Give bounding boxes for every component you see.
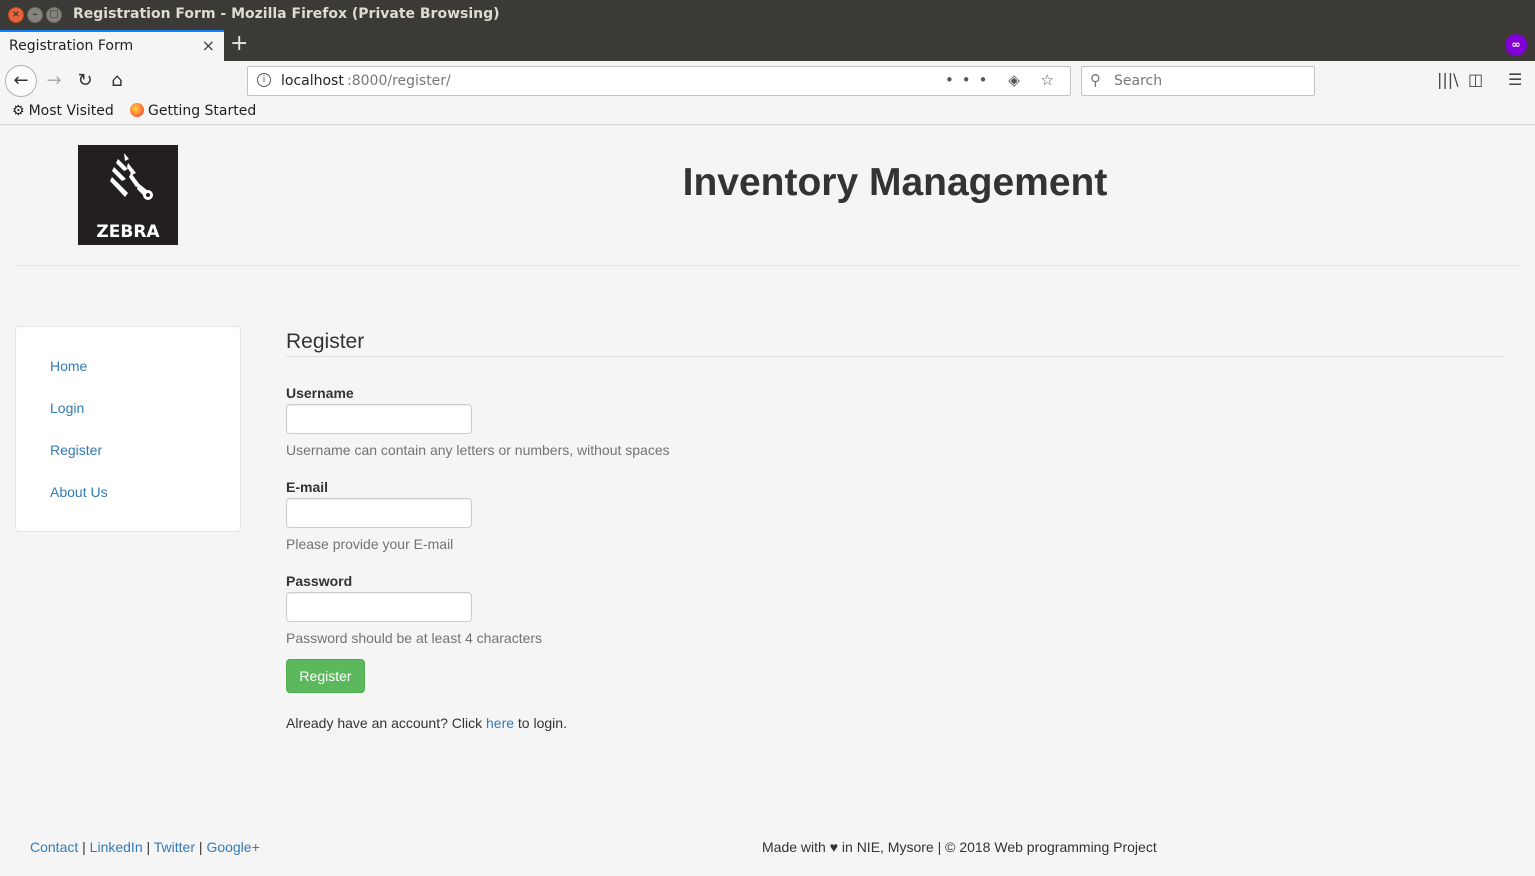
close-icon: × xyxy=(11,9,21,20)
footer-link-contact[interactable]: Contact xyxy=(30,839,78,855)
window-close-button[interactable]: × xyxy=(8,7,24,23)
bookmark-label: Most Visited xyxy=(28,103,114,119)
search-icon: ⚲ xyxy=(1090,71,1101,89)
back-arrow-icon: ← xyxy=(13,70,29,91)
register-button[interactable]: Register xyxy=(286,659,365,693)
footer-link-linkedin[interactable]: LinkedIn xyxy=(90,839,143,855)
email-help-text: Please provide your E-mail xyxy=(286,536,454,552)
reload-button[interactable]: ↻ xyxy=(71,67,99,95)
window-maximize-button[interactable]: □ xyxy=(46,7,62,23)
bookmark-most-visited[interactable]: ⚙ Most Visited xyxy=(12,103,114,119)
password-label: Password xyxy=(286,573,353,589)
new-tab-button[interactable]: + xyxy=(230,31,248,56)
sidebar-toggle-icon[interactable]: ◫ xyxy=(1468,70,1483,89)
forward-arrow-icon: → xyxy=(46,70,62,91)
menu-icon[interactable]: ☰ xyxy=(1508,70,1522,89)
login-prompt-after: to login. xyxy=(514,715,567,731)
footer-link-google-plus[interactable]: Google+ xyxy=(206,839,259,855)
bookmarks-toolbar: ⚙ Most Visited Getting Started xyxy=(0,101,1535,125)
form-title: Register xyxy=(286,330,365,353)
form-title-divider xyxy=(286,356,1505,357)
login-prompt-before: Already have an account? Click xyxy=(286,715,486,731)
library-icon[interactable]: |||\ xyxy=(1437,70,1459,89)
bookmark-label: Getting Started xyxy=(148,103,257,119)
password-input[interactable] xyxy=(286,592,472,622)
footer-credit: Made with ♥ in NIE, Mysore | © 2018 Web … xyxy=(762,839,1157,855)
username-label: Username xyxy=(286,385,354,401)
bookmark-getting-started[interactable]: Getting Started xyxy=(130,103,256,119)
header-divider xyxy=(15,265,1520,266)
forward-button[interactable]: → xyxy=(40,67,68,95)
tab-title: Registration Form xyxy=(9,38,134,54)
login-prompt: Already have an account? Click here to l… xyxy=(286,715,567,731)
search-placeholder: Search xyxy=(1114,73,1163,89)
sidebar-item-login[interactable]: Login xyxy=(50,400,84,416)
heart-icon: ♥ xyxy=(829,839,839,855)
window-minimize-button[interactable]: – xyxy=(27,7,43,23)
url-bar[interactable]: i localhost :8000/register/ ••• ◈ ☆ xyxy=(247,66,1071,96)
sidebar-item-about-us[interactable]: About Us xyxy=(50,484,108,500)
page-actions-icons[interactable]: ••• ◈ ☆ xyxy=(945,71,1062,89)
logo-text: ZEBRA xyxy=(96,222,160,242)
nav-toolbar: ← → ↻ ⌂ i localhost :8000/register/ ••• … xyxy=(0,61,1535,101)
web-page: ZEBRA Inventory Management Home Login Re… xyxy=(0,125,1535,876)
email-input[interactable] xyxy=(286,498,472,528)
username-help-text: Username can contain any letters or numb… xyxy=(286,442,670,458)
login-here-link[interactable]: here xyxy=(486,715,514,731)
url-path: :8000/register/ xyxy=(347,73,451,89)
url-host: localhost xyxy=(281,73,344,89)
window-title: Registration Form - Mozilla Firefox (Pri… xyxy=(73,6,500,22)
home-icon: ⌂ xyxy=(111,70,123,91)
home-button[interactable]: ⌂ xyxy=(103,67,131,95)
page-title: Inventory Management xyxy=(682,161,1108,204)
footer-credit-before: Made with xyxy=(762,839,830,855)
footer-credit-after: in NIE, Mysore | © 2018 Web programming … xyxy=(838,839,1157,855)
tab-close-icon[interactable]: × xyxy=(202,36,215,55)
window-titlebar: × – □ Registration Form - Mozilla Firefo… xyxy=(0,0,1535,30)
footer-link-twitter[interactable]: Twitter xyxy=(154,839,195,855)
sidebar-nav: Home Login Register About Us xyxy=(15,326,241,532)
footer-separator: | xyxy=(78,839,90,855)
tab-registration-form[interactable]: Registration Form × xyxy=(0,30,224,61)
email-label: E-mail xyxy=(286,479,329,495)
footer-separator: | xyxy=(142,839,154,855)
gear-icon: ⚙ xyxy=(12,103,25,119)
firefox-icon xyxy=(130,103,144,117)
footer-links: Contact | LinkedIn | Twitter | Google+ xyxy=(30,839,260,855)
search-bar[interactable]: ⚲ Search xyxy=(1081,66,1315,96)
username-input[interactable] xyxy=(286,404,472,434)
back-button[interactable]: ← xyxy=(5,65,37,97)
maximize-icon: □ xyxy=(49,9,59,20)
minimize-icon: – xyxy=(32,9,38,20)
reload-icon: ↻ xyxy=(77,70,93,91)
sidebar-item-home[interactable]: Home xyxy=(50,358,87,374)
sidebar-item-register[interactable]: Register xyxy=(50,442,102,458)
footer-separator: | xyxy=(195,839,207,855)
tab-strip: Registration Form × + ∞ xyxy=(0,30,1535,61)
site-info-icon[interactable]: i xyxy=(257,73,271,87)
password-help-text: Password should be at least 4 characters xyxy=(286,630,543,646)
private-browsing-icon: ∞ xyxy=(1505,34,1527,56)
